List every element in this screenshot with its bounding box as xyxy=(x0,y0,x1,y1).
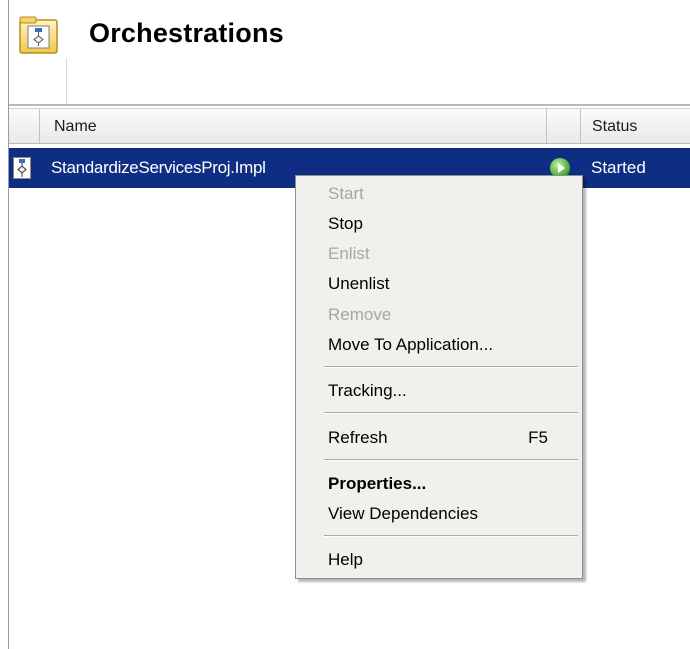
menu-item-refresh[interactable]: Refresh xyxy=(328,428,552,448)
menu-item-start: Start xyxy=(328,184,364,203)
page-title: Orchestrations xyxy=(89,18,284,48)
column-header-bar: Name Status xyxy=(9,108,690,144)
menu-item-refresh-label: Refresh xyxy=(328,428,388,447)
column-header-status[interactable]: Status xyxy=(580,109,690,143)
column-header-name[interactable]: Name xyxy=(39,109,546,143)
menu-item-unenlist[interactable]: Unenlist xyxy=(328,274,389,294)
context-menu: Start Stop Enlist Unenlist Remove Move T… xyxy=(295,175,583,579)
column-header-name-label: Name xyxy=(54,118,97,135)
menu-separator xyxy=(324,459,578,461)
menu-item-enlist: Enlist xyxy=(328,244,370,263)
menu-separator xyxy=(324,535,578,537)
column-header-status-label: Status xyxy=(592,118,638,135)
menu-item-properties[interactable]: Properties... xyxy=(328,474,426,494)
column-header-status-icon[interactable] xyxy=(546,109,580,143)
orchestration-icon xyxy=(13,157,31,179)
menu-item-refresh-shortcut: F5 xyxy=(528,428,548,447)
menu-item-help[interactable]: Help xyxy=(328,550,363,570)
menu-item-stop[interactable]: Stop xyxy=(328,214,363,234)
row-name: StandardizeServicesProj.Impl xyxy=(51,158,266,177)
row-status: Started xyxy=(591,158,646,177)
menu-item-remove: Remove xyxy=(328,305,392,324)
page-header: Orchestrations xyxy=(9,0,690,104)
orchestration-folder-icon xyxy=(19,16,58,54)
menu-item-move-to-application[interactable]: Move To Application... xyxy=(328,335,493,355)
menu-separator xyxy=(324,366,578,368)
header-bottom-border xyxy=(9,104,690,106)
menu-item-tracking[interactable]: Tracking... xyxy=(328,381,407,401)
menu-item-view-dependencies[interactable]: View Dependencies xyxy=(328,504,478,524)
menu-separator xyxy=(324,412,578,414)
header-divider xyxy=(66,58,67,104)
